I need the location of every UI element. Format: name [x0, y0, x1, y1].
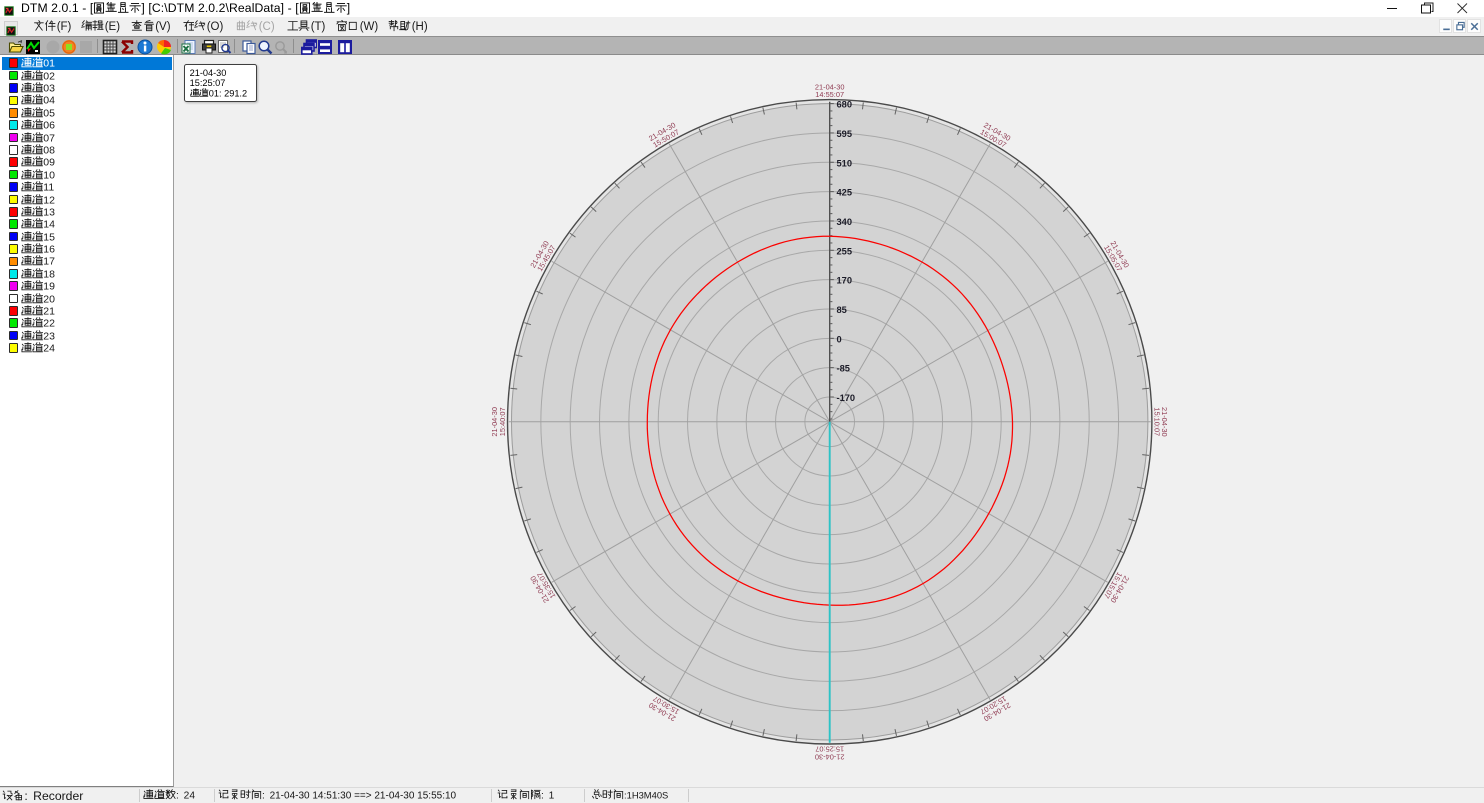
svg-text:255: 255	[837, 246, 853, 256]
svg-text:15:25:07: 15:25:07	[815, 745, 844, 754]
svg-text:510: 510	[837, 158, 853, 168]
svg-text:-170: -170	[837, 393, 856, 403]
svg-text:340: 340	[837, 217, 853, 227]
svg-text:15:40:07: 15:40:07	[498, 407, 507, 436]
svg-text:0: 0	[837, 334, 842, 344]
svg-text:-85: -85	[837, 364, 850, 374]
svg-text:425: 425	[837, 188, 853, 198]
svg-text:14:55:07: 14:55:07	[815, 90, 844, 99]
svg-text:680: 680	[837, 100, 853, 110]
svg-text:15:10:07: 15:10:07	[1152, 407, 1161, 436]
svg-text:170: 170	[837, 276, 853, 286]
svg-text:85: 85	[837, 305, 847, 315]
svg-text:595: 595	[837, 129, 853, 139]
